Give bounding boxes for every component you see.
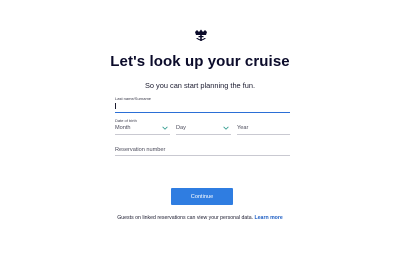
footer-text: Guests on linked reservations can view y… xyxy=(117,215,254,221)
crown-anchor-icon xyxy=(193,28,209,44)
chevron-down-icon xyxy=(162,126,168,130)
last-name-field[interactable]: Last name/Surname xyxy=(115,96,290,113)
reservation-number-field[interactable]: Reservation number xyxy=(115,145,290,156)
chevron-down-icon xyxy=(223,126,229,130)
day-select[interactable]: Day xyxy=(176,124,231,135)
last-name-label: Last name/Surname xyxy=(115,96,152,101)
learn-more-link[interactable]: Learn more xyxy=(255,215,283,221)
page-subtitle: So you can start planning the fun. xyxy=(144,81,256,90)
day-value: Day xyxy=(176,125,186,131)
month-value: Month xyxy=(115,125,131,131)
year-placeholder: Year xyxy=(237,125,249,131)
continue-button[interactable]: Continue xyxy=(171,188,233,205)
month-select[interactable]: Month xyxy=(115,124,170,135)
reservation-placeholder: Reservation number xyxy=(115,147,166,153)
dob-label: Date of birth xyxy=(115,118,137,123)
footer-note: Guests on linked reservations can view y… xyxy=(0,215,400,221)
year-input[interactable]: Year xyxy=(237,124,290,135)
text-cursor xyxy=(115,103,116,109)
page-title: Let's look up your cruise xyxy=(110,53,290,70)
